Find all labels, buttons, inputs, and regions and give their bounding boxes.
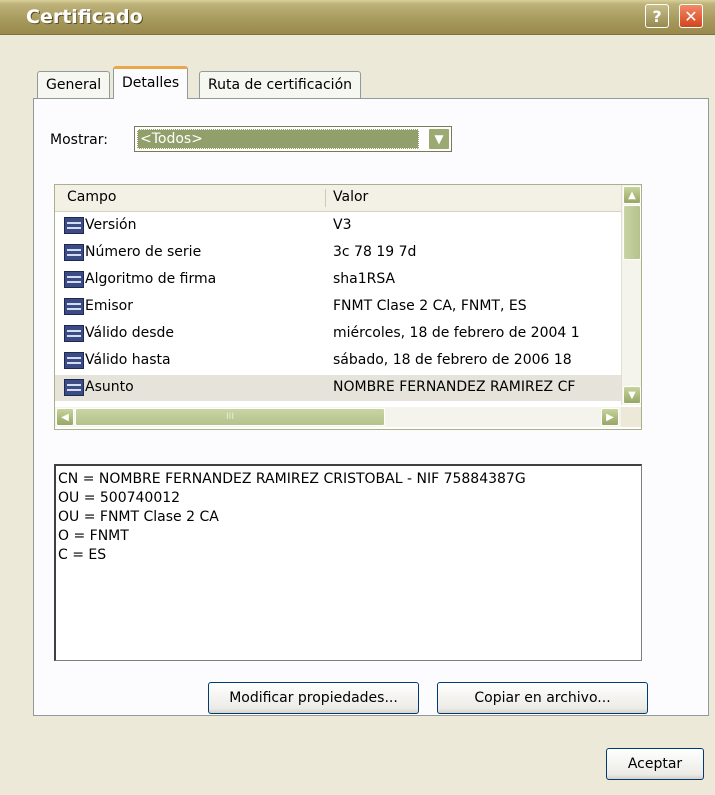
detail-line: CN = NOMBRE FERNANDEZ RAMIREZ CRISTOBAL …: [58, 471, 526, 487]
scroll-left-icon[interactable]: ◀: [56, 408, 74, 426]
scroll-corner: [621, 407, 641, 427]
field-value: sábado, 18 de febrero de 2006 18: [333, 352, 572, 368]
field-value: NOMBRE FERNANDEZ RAMIREZ CF: [333, 379, 576, 395]
field-icon: [64, 352, 84, 369]
field-icon: [64, 379, 84, 396]
tab-ruta-certificacion[interactable]: Ruta de certificación: [199, 71, 362, 99]
details-panel: Mostrar: <Todos> ▼ Campo Valor Versión V…: [33, 98, 709, 716]
window-title: Certificado: [26, 6, 143, 28]
field-name: Algoritmo de firma: [85, 271, 217, 287]
list-item[interactable]: Válido desde miércoles, 18 de febrero de…: [55, 321, 621, 347]
list-item[interactable]: Número de serie 3c 78 19 7d: [55, 240, 621, 266]
list-item-selected[interactable]: Asunto NOMBRE FERNANDEZ RAMIREZ CF: [55, 375, 621, 401]
fields-list[interactable]: Campo Valor Versión V3 Número de serie 3…: [54, 184, 642, 430]
field-name: Válido hasta: [85, 352, 171, 368]
field-icon: [64, 298, 84, 315]
field-value: sha1RSA: [333, 271, 396, 287]
detail-line: O = FNMT: [58, 528, 129, 544]
tab-general[interactable]: General: [37, 71, 111, 99]
modify-properties-button[interactable]: Modificar propiedades...: [208, 682, 419, 714]
detail-line: OU = 500740012: [58, 490, 181, 506]
help-button[interactable]: ?: [645, 4, 669, 28]
scroll-right-icon[interactable]: ▶: [601, 408, 619, 426]
field-icon: [64, 244, 84, 261]
field-value: FNMT Clase 2 CA, FNMT, ES: [333, 298, 527, 314]
field-name: Número de serie: [85, 244, 202, 260]
field-name: Válido desde: [85, 325, 175, 341]
horizontal-scroll-thumb[interactable]: III: [75, 408, 385, 426]
help-icon: ?: [652, 6, 662, 26]
field-value: 3c 78 19 7d: [333, 244, 417, 260]
detail-line: OU = FNMT Clase 2 CA: [58, 509, 219, 525]
column-header-field[interactable]: Campo: [67, 189, 116, 205]
field-value: V3: [333, 217, 352, 233]
list-header: Campo Valor: [55, 185, 621, 212]
field-name: Emisor: [85, 298, 133, 314]
close-icon: ✕: [684, 6, 698, 26]
list-item[interactable]: Versión V3: [55, 213, 621, 239]
field-icon: [64, 271, 84, 288]
field-value: miércoles, 18 de febrero de 2004 1: [333, 325, 580, 341]
field-name: Asunto: [85, 379, 134, 395]
scroll-up-icon[interactable]: ▲: [623, 186, 641, 204]
show-dropdown[interactable]: <Todos> ▼: [134, 126, 452, 152]
title-bar: Certificado ? ✕: [0, 0, 715, 35]
field-name: Versión: [85, 217, 137, 233]
vertical-scroll-thumb[interactable]: [623, 205, 641, 260]
horizontal-scrollbar[interactable]: ◀ III ▶: [55, 407, 621, 427]
close-button[interactable]: ✕: [679, 4, 703, 28]
scroll-down-icon[interactable]: ▼: [623, 386, 641, 404]
tab-detalles[interactable]: Detalles: [113, 66, 189, 99]
ok-button[interactable]: Aceptar: [606, 748, 704, 780]
chevron-down-icon[interactable]: ▼: [428, 128, 450, 150]
show-dropdown-value: <Todos>: [137, 129, 419, 149]
list-item[interactable]: Algoritmo de firma sha1RSA: [55, 267, 621, 293]
show-label: Mostrar:: [50, 132, 108, 148]
field-icon: [64, 217, 84, 234]
detail-line: C = ES: [58, 547, 107, 563]
column-divider[interactable]: [325, 189, 326, 207]
column-header-value[interactable]: Valor: [333, 189, 368, 205]
list-item[interactable]: Válido hasta sábado, 18 de febrero de 20…: [55, 348, 621, 374]
copy-to-file-button[interactable]: Copiar en archivo...: [437, 682, 648, 714]
vertical-scrollbar[interactable]: ▲ ▼: [621, 185, 641, 405]
list-item[interactable]: Emisor FNMT Clase 2 CA, FNMT, ES: [55, 294, 621, 320]
detail-textbox[interactable]: CN = NOMBRE FERNANDEZ RAMIREZ CRISTOBAL …: [54, 464, 642, 661]
scroll-grip-icon: III: [226, 412, 234, 422]
field-icon: [64, 325, 84, 342]
